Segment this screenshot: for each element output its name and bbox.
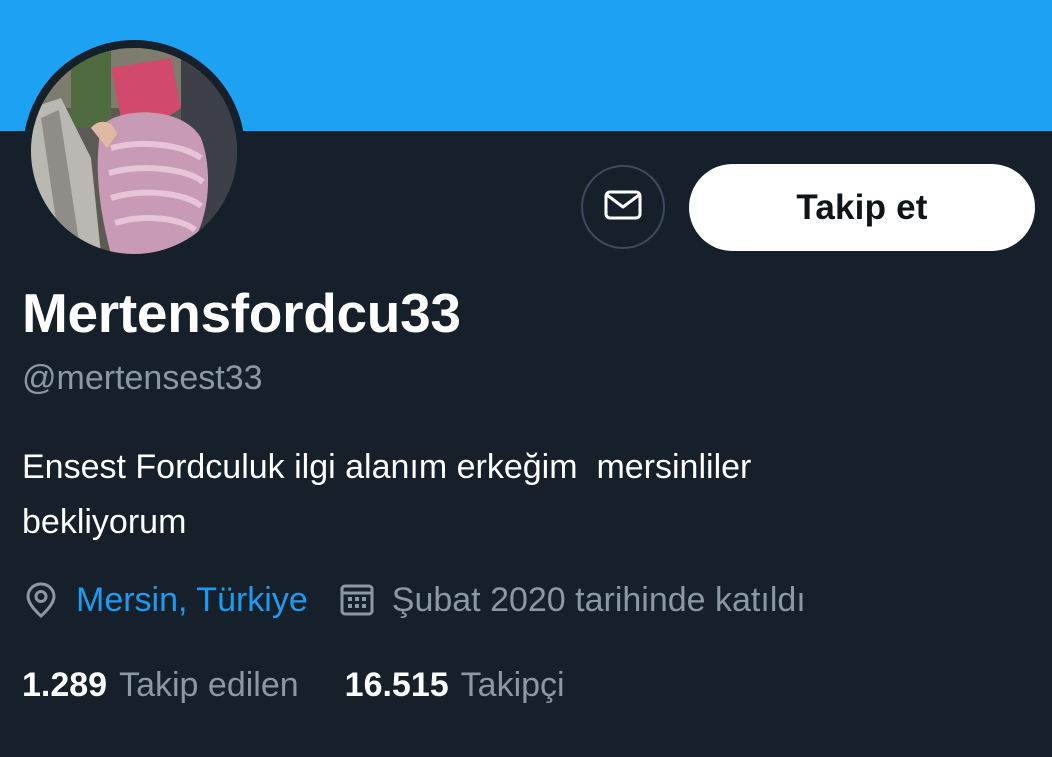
followers-link[interactable]: 16.515 Takipçi [345,666,565,705]
profile-meta: Mersin, Türkiye Şubat 2020 tarihinde kat… [22,576,806,624]
following-link[interactable]: 1.289 Takip edilen [22,666,299,705]
joined-date: Şubat 2020 tarihinde katıldı [391,580,806,619]
profile-bio: Ensest Fordculuk ilgi alanım erkeğim mer… [22,448,752,541]
avatar-image [31,48,237,254]
following-count: 1.289 [22,665,108,704]
profile-stats: 1.289 Takip edilen 16.515 Takipçi [22,660,565,710]
profile-page: Takip et Mertensfordcu33 @mertensest33 E… [0,0,1052,757]
location-text: Mersin, Türkiye [76,580,308,619]
follow-button[interactable]: Takip et [689,164,1035,251]
following-label: Takip edilen [119,665,299,704]
profile-handle: @mertensest33 [22,359,263,397]
message-button[interactable] [581,165,665,249]
followers-label: Takipçi [460,665,565,704]
display-name: Mertensfordcu33 [22,282,461,344]
location-pin-icon [22,580,60,620]
calendar-icon [338,580,376,620]
avatar[interactable] [23,40,245,262]
envelope-icon [601,183,645,232]
followers-count: 16.515 [344,665,449,704]
